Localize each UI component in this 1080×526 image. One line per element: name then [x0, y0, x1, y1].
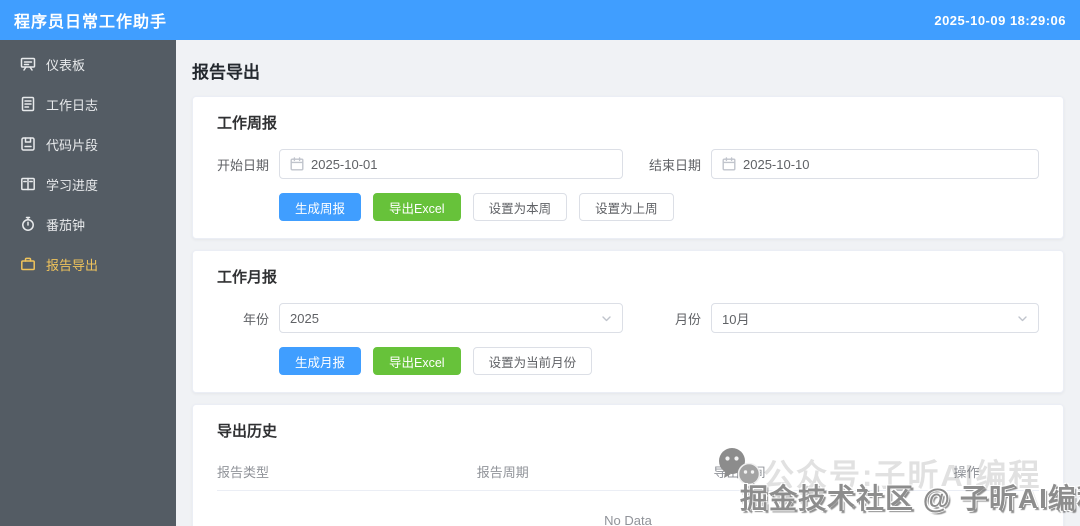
set-current-month-button[interactable]: 设置为当前月份 — [472, 347, 593, 375]
end-date-value: 2025-10-10 — [743, 156, 810, 172]
sidebar-nav: 仪表板 工作日志 代码片段 学习进度 番茄钟 报告导出 — [0, 40, 176, 526]
column-header-report-type: 报告类型 — [217, 465, 270, 480]
column-header-report-period: 报告周期 — [476, 465, 529, 480]
end-date-input[interactable]: 2025-10-10 — [711, 149, 1039, 179]
header-datetime: 2025-10-09 18:29:06 — [934, 12, 1066, 28]
sidebar-item-worklog[interactable]: 工作日志 — [0, 84, 176, 124]
export-excel-weekly-button[interactable]: 导出Excel — [373, 193, 461, 221]
export-excel-monthly-button[interactable]: 导出Excel — [373, 347, 461, 375]
generate-monthly-button[interactable]: 生成月报 — [279, 347, 362, 375]
learning-progress-icon — [20, 176, 36, 192]
weekly-date-row: 开始日期 2025-10-01 结束日期 2025-10-10 — [217, 149, 1039, 179]
sidebar-item-label: 仪表板 — [46, 57, 86, 73]
chevron-down-icon — [1016, 312, 1029, 325]
month-select[interactable]: 10月 — [711, 303, 1039, 333]
export-history-card: 导出历史 报告类型 报告周期 导出时间 操作 No Data — [192, 404, 1064, 526]
set-this-week-button[interactable]: 设置为本周 — [472, 193, 568, 221]
page-title: 报告导出 — [192, 63, 260, 82]
monthly-buttons-row: 生成月报 导出Excel 设置为当前月份 — [279, 347, 1039, 375]
worklog-icon — [20, 96, 36, 112]
year-label: 年份 — [242, 311, 269, 327]
weekly-card-title: 工作周报 — [217, 115, 278, 132]
year-value: 2025 — [290, 310, 319, 326]
sidebar-item-label: 报告导出 — [46, 257, 99, 273]
sidebar-item-learning-progress[interactable]: 学习进度 — [0, 164, 176, 204]
weekly-buttons-row: 生成周报 导出Excel 设置为本周 设置为上周 — [279, 193, 1039, 221]
column-header-export-time: 导出时间 — [713, 465, 766, 480]
calendar-icon — [722, 157, 736, 171]
year-select[interactable]: 2025 — [279, 303, 623, 333]
history-card-title: 导出历史 — [217, 423, 278, 440]
start-date-input[interactable]: 2025-10-01 — [279, 149, 623, 179]
app-title: 程序员日常工作助手 — [14, 14, 168, 31]
weekly-report-card: 工作周报 开始日期 2025-10-01 结束日期 2025-10-10 生成周… — [192, 96, 1064, 239]
start-date-value: 2025-10-01 — [311, 156, 378, 172]
calendar-icon — [290, 157, 304, 171]
sidebar-item-label: 代码片段 — [46, 137, 99, 153]
set-last-week-button[interactable]: 设置为上周 — [579, 193, 674, 221]
monthly-report-card: 工作月报 年份 2025 月份 10月 生成月报 导出Excel 设置为当前月份 — [192, 250, 1064, 393]
generate-weekly-button[interactable]: 生成周报 — [279, 193, 362, 221]
sidebar-item-label: 学习进度 — [46, 177, 99, 193]
pomodoro-timer-icon — [20, 216, 36, 232]
app-header: 程序员日常工作助手 2025-10-09 18:29:06 — [0, 0, 1080, 40]
main-content: 报告导出 工作周报 开始日期 2025-10-01 结束日期 2025-10-1… — [176, 40, 1080, 526]
history-table-header: 报告类型 报告周期 导出时间 操作 — [217, 455, 1039, 491]
month-label: 月份 — [674, 311, 701, 327]
sidebar-item-label: 番茄钟 — [46, 217, 86, 233]
empty-table-placeholder: No Data — [217, 491, 1039, 526]
monthly-select-row: 年份 2025 月份 10月 — [217, 303, 1039, 333]
report-export-icon — [20, 256, 36, 272]
sidebar-item-pomodoro[interactable]: 番茄钟 — [0, 204, 176, 244]
start-date-label: 开始日期 — [217, 157, 270, 173]
sidebar-item-code-snippets[interactable]: 代码片段 — [0, 124, 176, 164]
sidebar-item-dashboard[interactable]: 仪表板 — [0, 44, 176, 84]
chevron-down-icon — [600, 312, 613, 325]
app-window: { "header": { "title": "程序员日常工作助手", "dat… — [0, 0, 1080, 526]
dashboard-icon — [20, 56, 36, 72]
end-date-label: 结束日期 — [648, 157, 701, 173]
code-snippet-icon — [20, 136, 36, 152]
sidebar-item-label: 工作日志 — [46, 97, 99, 113]
month-value: 10月 — [722, 311, 750, 327]
column-header-actions: 操作 — [953, 465, 980, 480]
sidebar-item-report-export[interactable]: 报告导出 — [0, 244, 176, 284]
monthly-card-title: 工作月报 — [217, 269, 278, 286]
